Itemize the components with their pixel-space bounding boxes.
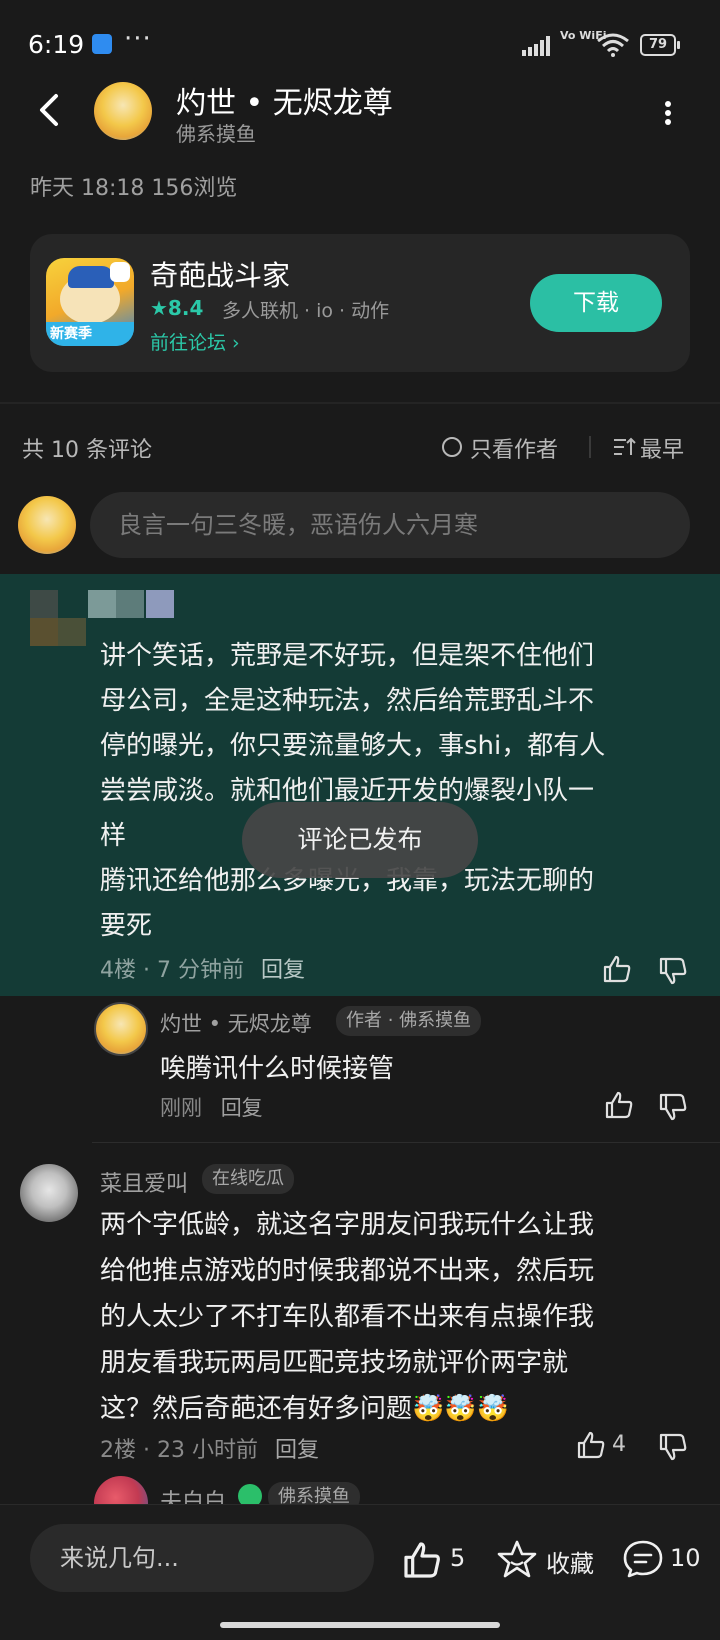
radio-circle-icon[interactable] <box>442 437 462 457</box>
blurred-avatar-part <box>30 618 58 646</box>
bottom-comment-input[interactable]: 来说几句... <box>30 1524 374 1592</box>
thumbs-down-icon[interactable] <box>658 956 688 986</box>
thumbs-up-icon[interactable] <box>602 954 632 984</box>
blurred-avatar-part <box>58 618 86 646</box>
comment-line: 两个字低龄，就这名字朋友问我玩什么让我 <box>100 1210 595 1240</box>
reply-text: 唉腾讯什么时候接管 <box>160 1054 395 1084</box>
blurred-name-part <box>88 590 116 618</box>
reply-button[interactable]: 回复 <box>275 1438 319 1463</box>
game-icon-badge: 新赛季 <box>46 322 134 346</box>
battery-icon: 79 <box>640 34 676 56</box>
time-label: 7 分钟前 <box>157 958 244 983</box>
comment-count-button[interactable]: 10 <box>670 1544 701 1572</box>
toast-message: 评论已发布 <box>242 802 478 878</box>
divider <box>0 402 720 404</box>
comment-meta: 4楼 · 7 分钟前 回复 <box>100 952 305 984</box>
reply-button[interactable]: 回复 <box>221 1096 263 1120</box>
author-badge: 作者 · 佛系摸鱼 <box>336 1006 482 1036</box>
comment-line: 朋友看我玩两局匹配竞技场就评价两字就 <box>100 1348 569 1378</box>
thumbs-up-icon[interactable] <box>604 1090 634 1120</box>
my-avatar <box>18 496 76 554</box>
status-time: 6:19 <box>28 30 85 59</box>
time-label: 23 小时前 <box>157 1438 258 1463</box>
comment-count: 共 10 条评论 <box>22 438 152 463</box>
status-bar: 6:19 ··· Vo WiFi 79 <box>0 0 720 80</box>
author-name[interactable]: 灼世 • 无烬龙尊 <box>176 78 393 122</box>
author-avatar[interactable] <box>94 82 152 140</box>
thumbs-down-icon[interactable] <box>658 1092 688 1122</box>
thumbs-up-icon[interactable] <box>576 1430 606 1460</box>
more-notifications-icon: ··· <box>124 24 152 54</box>
comment-icon[interactable] <box>622 1538 664 1580</box>
comment-line: 停的曝光，你只要流量够大，事shi，都有人 <box>100 731 606 761</box>
comment-input[interactable]: 良言一句三冬暖，恶语伤人六月寒 <box>90 492 690 558</box>
battery-tip <box>677 41 680 49</box>
comment-line: 母公司，全是这种玩法，然后给荒野乱斗不 <box>100 686 595 716</box>
reply-button[interactable]: 回复 <box>261 958 305 983</box>
comment-body: 两个字低龄，就这名字朋友问我玩什么让我 给他推点游戏的时候我都说不出来，然后玩 … <box>100 1202 690 1432</box>
like-count: 4 <box>612 1432 626 1457</box>
star-icon[interactable] <box>496 1538 538 1580</box>
game-name[interactable]: 奇葩战斗家 <box>150 254 290 294</box>
dot-separator: · <box>143 958 157 983</box>
commenter-name[interactable]: 菜且爱叫 <box>100 1166 188 1198</box>
author-subtitle: 佛系摸鱼 <box>176 122 256 146</box>
forum-link[interactable]: 前往论坛 › <box>150 328 240 355</box>
wifi-icon <box>597 33 629 57</box>
comment-line: 这？然后奇葩还有好多问题🤯🤯🤯 <box>100 1394 510 1424</box>
like-count[interactable]: 5 <box>450 1544 465 1572</box>
reply-meta: 刚刚 回复 <box>160 1092 263 1122</box>
thumbs-down-icon[interactable] <box>658 1432 688 1462</box>
sort-label[interactable]: 最早 <box>640 432 684 464</box>
blurred-avatar <box>30 590 58 618</box>
more-options-icon[interactable] <box>664 100 672 126</box>
signal-icon <box>522 36 550 56</box>
divider <box>92 1142 720 1143</box>
game-rating: ★8.4 <box>150 296 204 320</box>
app-notification-icon <box>92 34 112 54</box>
only-author-toggle[interactable]: 只看作者 <box>470 432 558 464</box>
comment-line: 讲个笑话，荒野是不好玩，但是架不住他们 <box>100 641 595 671</box>
comment-line: 的人太少了不打车队都看不出来有点操作我 <box>100 1302 595 1332</box>
game-tags: 多人联机 · io · 动作 <box>222 300 390 322</box>
commenter-avatar[interactable] <box>20 1164 78 1222</box>
post-meta: 昨天 18:18 156浏览 <box>30 176 238 201</box>
favorite-button[interactable]: 收藏 <box>546 1544 594 1579</box>
blurred-name-part <box>116 590 144 618</box>
blurred-name-part <box>146 590 174 618</box>
comment-body: 讲个笑话，荒野是不好玩，但是架不住他们 母公司，全是这种玩法，然后给荒野乱斗不 … <box>100 634 690 949</box>
reply-avatar[interactable] <box>94 1002 148 1056</box>
game-icon[interactable]: 新赛季 <box>46 258 134 346</box>
sort-icon[interactable] <box>612 436 636 458</box>
thumbs-up-icon[interactable] <box>402 1540 442 1580</box>
comment-meta: 2楼 · 23 小时前 回复 <box>100 1432 319 1464</box>
dot-separator: · <box>143 1438 157 1463</box>
time-label: 刚刚 <box>160 1096 202 1120</box>
comment-line: 给他推点游戏的时候我都说不出来，然后玩 <box>100 1256 595 1286</box>
download-button[interactable]: 下载 <box>530 274 662 332</box>
comment-line: 要死 <box>100 911 153 941</box>
reply-author-name[interactable]: 灼世 • 无烬龙尊 <box>160 1008 312 1038</box>
separator <box>589 436 591 458</box>
home-indicator[interactable] <box>220 1622 500 1628</box>
back-arrow-icon[interactable] <box>30 90 70 130</box>
user-badge: 在线吃瓜 <box>202 1164 294 1194</box>
floor-label: 2楼 <box>100 1438 136 1463</box>
floor-label: 4楼 <box>100 958 136 983</box>
